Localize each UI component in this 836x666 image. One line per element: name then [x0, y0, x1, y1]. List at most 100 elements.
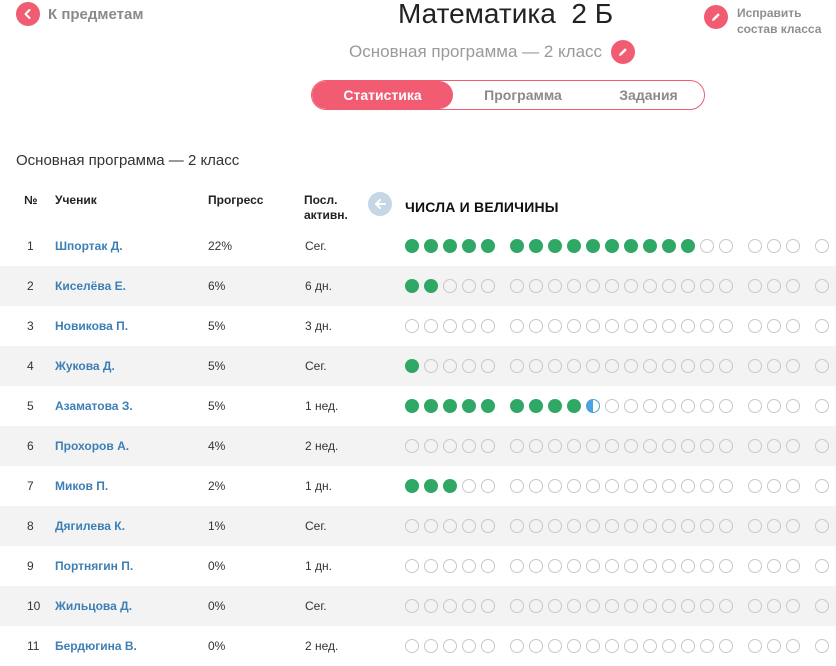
lesson-complete-dot[interactable]: [510, 239, 524, 253]
lesson-empty-dot[interactable]: [510, 359, 524, 373]
lesson-empty-dot[interactable]: [662, 519, 676, 533]
lesson-empty-dot[interactable]: [748, 279, 762, 293]
lesson-empty-dot[interactable]: [643, 319, 657, 333]
tab-assignments[interactable]: Задания: [593, 81, 704, 109]
lesson-empty-dot[interactable]: [681, 359, 695, 373]
lesson-empty-dot[interactable]: [624, 599, 638, 613]
lesson-empty-dot[interactable]: [510, 639, 524, 653]
lesson-complete-dot[interactable]: [548, 239, 562, 253]
lesson-empty-dot[interactable]: [443, 559, 457, 573]
lesson-empty-dot[interactable]: [529, 599, 543, 613]
lesson-empty-dot[interactable]: [719, 519, 733, 533]
student-name-link[interactable]: Новикова П.: [55, 306, 128, 346]
lesson-complete-dot[interactable]: [443, 479, 457, 493]
lesson-complete-dot[interactable]: [567, 399, 581, 413]
lesson-empty-dot[interactable]: [786, 519, 800, 533]
lesson-complete-dot[interactable]: [567, 239, 581, 253]
lesson-empty-dot[interactable]: [700, 279, 714, 293]
lesson-empty-dot[interactable]: [529, 279, 543, 293]
lesson-empty-dot[interactable]: [786, 439, 800, 453]
lesson-empty-dot[interactable]: [815, 399, 829, 413]
lesson-empty-dot[interactable]: [529, 359, 543, 373]
lesson-empty-dot[interactable]: [681, 399, 695, 413]
lesson-empty-dot[interactable]: [767, 559, 781, 573]
student-name-link[interactable]: Дягилева К.: [55, 506, 125, 546]
lesson-complete-dot[interactable]: [424, 479, 438, 493]
lesson-empty-dot[interactable]: [605, 399, 619, 413]
lesson-empty-dot[interactable]: [529, 639, 543, 653]
lesson-empty-dot[interactable]: [767, 639, 781, 653]
lesson-empty-dot[interactable]: [443, 279, 457, 293]
lesson-empty-dot[interactable]: [662, 399, 676, 413]
lesson-empty-dot[interactable]: [748, 639, 762, 653]
lesson-empty-dot[interactable]: [443, 639, 457, 653]
lesson-complete-dot[interactable]: [405, 479, 419, 493]
lesson-empty-dot[interactable]: [719, 559, 733, 573]
lesson-empty-dot[interactable]: [481, 479, 495, 493]
lesson-empty-dot[interactable]: [586, 279, 600, 293]
lesson-empty-dot[interactable]: [748, 519, 762, 533]
lesson-empty-dot[interactable]: [662, 439, 676, 453]
lesson-empty-dot[interactable]: [643, 439, 657, 453]
student-name-link[interactable]: Киселёва Е.: [55, 266, 126, 306]
lesson-empty-dot[interactable]: [405, 519, 419, 533]
lesson-empty-dot[interactable]: [586, 519, 600, 533]
lesson-empty-dot[interactable]: [548, 559, 562, 573]
lesson-empty-dot[interactable]: [462, 599, 476, 613]
lesson-empty-dot[interactable]: [643, 279, 657, 293]
student-name-link[interactable]: Миков П.: [55, 466, 108, 506]
lesson-complete-dot[interactable]: [548, 399, 562, 413]
lesson-empty-dot[interactable]: [462, 359, 476, 373]
lesson-partial-dot[interactable]: [586, 399, 600, 413]
lesson-empty-dot[interactable]: [786, 359, 800, 373]
lesson-empty-dot[interactable]: [643, 639, 657, 653]
lesson-empty-dot[interactable]: [815, 639, 829, 653]
lesson-complete-dot[interactable]: [405, 239, 419, 253]
lesson-empty-dot[interactable]: [481, 439, 495, 453]
lesson-empty-dot[interactable]: [443, 319, 457, 333]
lesson-empty-dot[interactable]: [700, 319, 714, 333]
lesson-empty-dot[interactable]: [443, 599, 457, 613]
lesson-empty-dot[interactable]: [815, 559, 829, 573]
lesson-empty-dot[interactable]: [567, 479, 581, 493]
lesson-empty-dot[interactable]: [681, 519, 695, 533]
lesson-empty-dot[interactable]: [681, 559, 695, 573]
lesson-empty-dot[interactable]: [767, 599, 781, 613]
lesson-empty-dot[interactable]: [681, 319, 695, 333]
lesson-empty-dot[interactable]: [567, 559, 581, 573]
lesson-empty-dot[interactable]: [681, 279, 695, 293]
lesson-empty-dot[interactable]: [481, 639, 495, 653]
lesson-empty-dot[interactable]: [424, 519, 438, 533]
lesson-empty-dot[interactable]: [424, 439, 438, 453]
lesson-empty-dot[interactable]: [719, 439, 733, 453]
lesson-empty-dot[interactable]: [748, 359, 762, 373]
lesson-empty-dot[interactable]: [767, 399, 781, 413]
lesson-empty-dot[interactable]: [786, 319, 800, 333]
lesson-empty-dot[interactable]: [643, 479, 657, 493]
lesson-empty-dot[interactable]: [700, 559, 714, 573]
lesson-empty-dot[interactable]: [529, 439, 543, 453]
lesson-empty-dot[interactable]: [462, 639, 476, 653]
tab-program[interactable]: Программа: [453, 81, 593, 109]
lesson-empty-dot[interactable]: [815, 439, 829, 453]
lesson-empty-dot[interactable]: [548, 519, 562, 533]
lesson-empty-dot[interactable]: [748, 599, 762, 613]
lesson-empty-dot[interactable]: [624, 359, 638, 373]
student-name-link[interactable]: Прохоров А.: [55, 426, 129, 466]
lesson-empty-dot[interactable]: [462, 279, 476, 293]
lesson-empty-dot[interactable]: [643, 399, 657, 413]
lesson-empty-dot[interactable]: [767, 279, 781, 293]
lesson-empty-dot[interactable]: [548, 279, 562, 293]
lesson-complete-dot[interactable]: [605, 239, 619, 253]
student-name-link[interactable]: Азаматова З.: [55, 386, 133, 426]
lesson-empty-dot[interactable]: [662, 599, 676, 613]
lesson-empty-dot[interactable]: [586, 559, 600, 573]
lesson-complete-dot[interactable]: [529, 239, 543, 253]
lesson-empty-dot[interactable]: [748, 319, 762, 333]
lesson-empty-dot[interactable]: [567, 639, 581, 653]
lesson-empty-dot[interactable]: [719, 599, 733, 613]
lesson-empty-dot[interactable]: [605, 479, 619, 493]
lesson-empty-dot[interactable]: [767, 519, 781, 533]
lesson-empty-dot[interactable]: [462, 319, 476, 333]
lesson-empty-dot[interactable]: [605, 359, 619, 373]
